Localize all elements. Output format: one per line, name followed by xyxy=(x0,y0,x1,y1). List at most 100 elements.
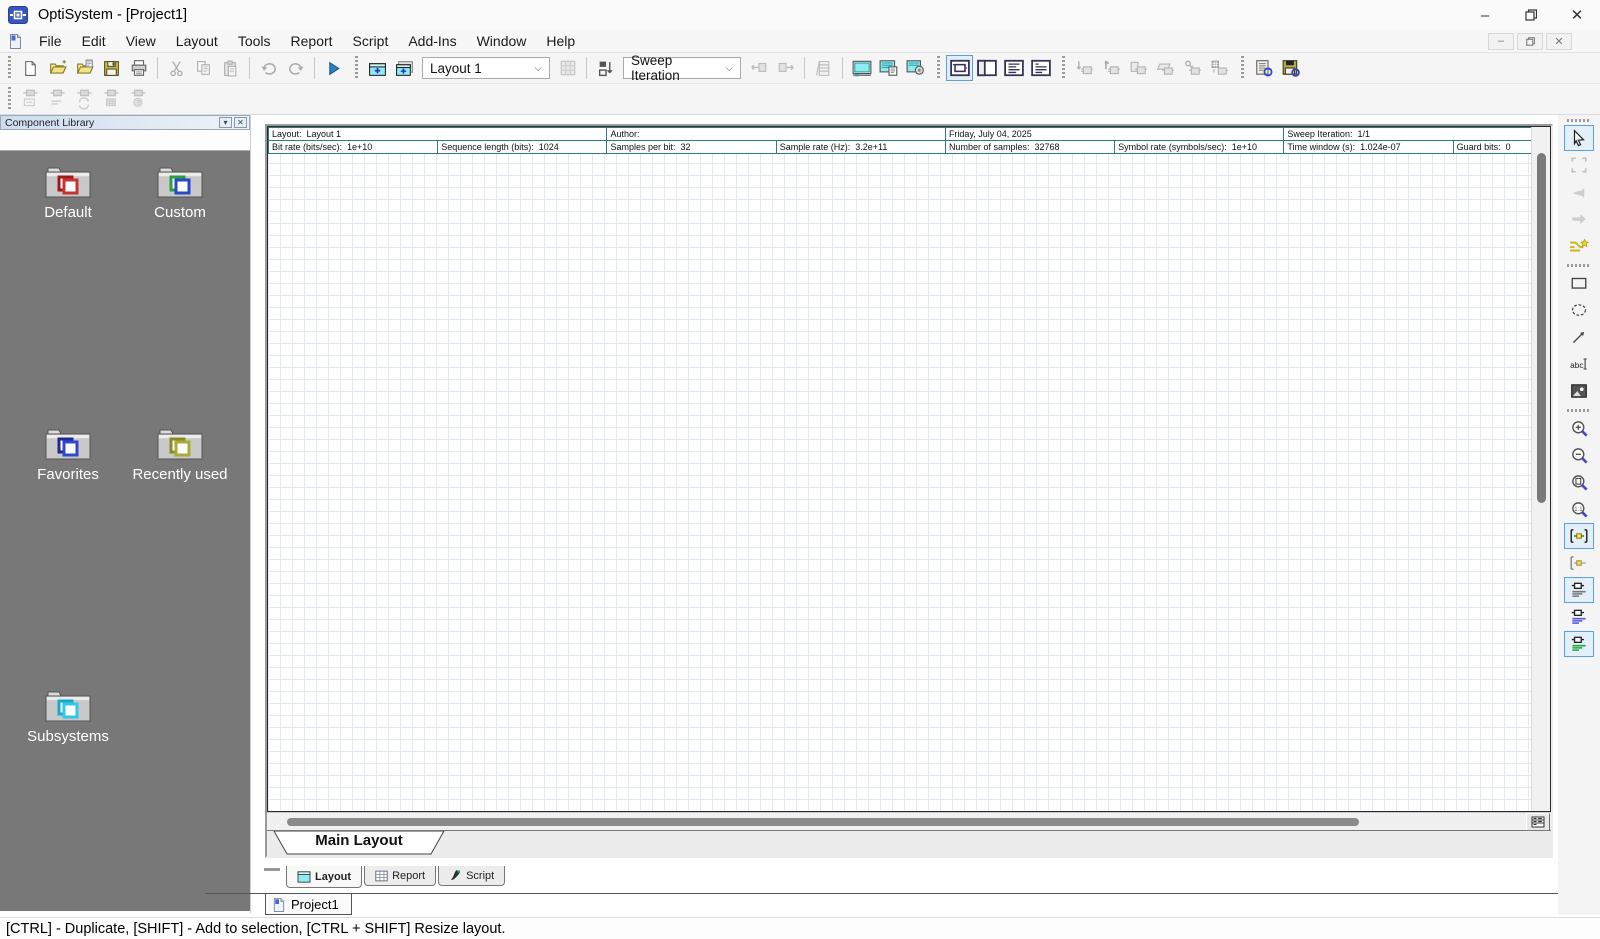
calculation-report-button[interactable] xyxy=(1250,55,1277,81)
snap-to-grid-tool[interactable] xyxy=(1564,631,1594,657)
text-tool[interactable]: abc xyxy=(1564,351,1594,377)
component-label-toggle[interactable] xyxy=(17,86,44,112)
sweep-order-button[interactable] xyxy=(592,55,619,81)
next-sweep-button[interactable] xyxy=(772,55,799,81)
menu-edit[interactable]: Edit xyxy=(72,31,116,51)
view-single-button[interactable] xyxy=(946,55,973,81)
tab-script[interactable]: Script xyxy=(438,866,505,886)
vertical-scrollbar[interactable] xyxy=(1531,127,1550,811)
print-button[interactable] xyxy=(125,55,152,81)
folder-recently-used[interactable]: Recently used xyxy=(128,427,232,649)
view-list-button[interactable] xyxy=(1000,55,1027,81)
tab-layout[interactable]: Layout xyxy=(286,866,362,888)
panel-menu-button[interactable]: ▾ xyxy=(219,117,232,128)
component-parameters-toggle[interactable] xyxy=(44,86,71,112)
duplicate-layout-button[interactable] xyxy=(391,55,418,81)
folder-custom[interactable]: Custom xyxy=(128,165,232,387)
mdi-restore-button[interactable] xyxy=(1517,33,1543,50)
toolbar-grip[interactable] xyxy=(355,56,358,80)
menu-script[interactable]: Script xyxy=(343,31,399,51)
minimize-button[interactable]: – xyxy=(1462,0,1508,30)
previous-sweep-button[interactable] xyxy=(745,55,772,81)
toolbar-grip[interactable] xyxy=(1241,56,1244,80)
open-file-button[interactable] xyxy=(44,55,71,81)
arrow-tool[interactable] xyxy=(1564,206,1594,232)
zoom-out-tool[interactable] xyxy=(1564,442,1594,468)
mdi-minimize-button[interactable]: – xyxy=(1488,33,1514,50)
project-browser-pane-button[interactable] xyxy=(875,55,902,81)
folder-default[interactable]: Default xyxy=(16,165,120,387)
menu-addins[interactable]: Add-Ins xyxy=(398,31,466,51)
table-view-button[interactable] xyxy=(1526,813,1550,831)
horizontal-scrollbar[interactable] xyxy=(267,813,1526,831)
ellipse-tool[interactable] xyxy=(1564,297,1594,323)
paste-button[interactable] xyxy=(217,55,244,81)
zoom-page-tool[interactable] xyxy=(1564,469,1594,495)
fit-horizontal-tool[interactable] xyxy=(1564,523,1594,549)
project1-tab[interactable]: Project1 xyxy=(265,894,352,915)
undo-button[interactable] xyxy=(255,55,282,81)
component-password-button[interactable] xyxy=(1179,55,1206,81)
component-library-filter[interactable] xyxy=(0,130,250,151)
align-guides-tool[interactable] xyxy=(1564,604,1594,630)
line-tool[interactable] xyxy=(1564,324,1594,350)
import-file-button[interactable] xyxy=(71,55,98,81)
menu-view[interactable]: View xyxy=(116,31,166,51)
download-components-button[interactable] xyxy=(1071,55,1098,81)
menu-layout[interactable]: Layout xyxy=(166,31,228,51)
toolbar-grip[interactable] xyxy=(937,56,940,80)
zoom-in-tool[interactable] xyxy=(1564,415,1594,441)
toolbar-grip[interactable] xyxy=(1062,56,1065,80)
panel-close-button[interactable]: ✕ xyxy=(234,117,247,128)
zoom-actual-tool[interactable]: 1:1 xyxy=(1564,496,1594,522)
edit-component-button[interactable] xyxy=(1125,55,1152,81)
menu-file[interactable]: File xyxy=(29,31,72,51)
layout-select[interactable]: Layout 1 ⌵ xyxy=(422,57,550,79)
copy-button[interactable] xyxy=(190,55,217,81)
new-file-button[interactable] xyxy=(17,55,44,81)
align-components-tool[interactable] xyxy=(1564,577,1594,603)
sweep-mode-select[interactable]: Sweep Iteration ⌵ xyxy=(623,57,741,79)
horizontal-scrollbar-thumb[interactable] xyxy=(287,818,1359,826)
toolbar-grip[interactable] xyxy=(8,56,11,80)
calculate-play-button[interactable] xyxy=(320,55,347,81)
auto-connect-tool[interactable] xyxy=(1564,233,1594,259)
palette-grip[interactable] xyxy=(1567,119,1591,122)
select-tool[interactable] xyxy=(1564,125,1594,151)
tab-scroller[interactable] xyxy=(264,868,280,871)
open-component-folder-button[interactable] xyxy=(1152,55,1179,81)
toolbar-grip[interactable] xyxy=(8,87,11,111)
restore-button[interactable] xyxy=(1508,0,1554,30)
component-grid-toggle[interactable] xyxy=(98,86,125,112)
report-component-button[interactable] xyxy=(1206,55,1233,81)
description-pane-button[interactable] xyxy=(902,55,929,81)
folder-subsystems[interactable]: Subsystems xyxy=(16,689,120,911)
component-library-header[interactable]: Component Library ▾ ✕ xyxy=(0,115,250,130)
mdi-close-button[interactable]: ✕ xyxy=(1546,33,1572,50)
component-refresh-toggle[interactable] xyxy=(71,86,98,112)
image-tool[interactable] xyxy=(1564,378,1594,404)
component-help-toggle[interactable]: ? xyxy=(125,86,152,112)
main-layout-tab[interactable]: Main Layout xyxy=(273,831,445,855)
view-split-button[interactable] xyxy=(973,55,1000,81)
redo-button[interactable] xyxy=(282,55,309,81)
calculation-grid-button[interactable] xyxy=(554,55,581,81)
component-library-pane-button[interactable] xyxy=(848,55,875,81)
menu-help[interactable]: Help xyxy=(536,31,585,51)
region-select-tool[interactable] xyxy=(1564,152,1594,178)
save-results-button[interactable] xyxy=(1277,55,1304,81)
cut-button[interactable] xyxy=(163,55,190,81)
sweep-marker-tool[interactable] xyxy=(1564,179,1594,205)
vertical-scrollbar-thumb[interactable] xyxy=(1537,153,1546,503)
new-layout-button[interactable] xyxy=(364,55,391,81)
tab-report[interactable]: Report xyxy=(364,866,436,886)
add-component-button[interactable] xyxy=(1098,55,1125,81)
menu-tools[interactable]: Tools xyxy=(228,31,281,51)
rectangle-tool[interactable] xyxy=(1564,270,1594,296)
parameter-table-button[interactable] xyxy=(810,55,837,81)
menu-report[interactable]: Report xyxy=(281,31,343,51)
menu-window[interactable]: Window xyxy=(467,31,537,51)
folder-favorites[interactable]: Favorites xyxy=(16,427,120,649)
close-button[interactable]: ✕ xyxy=(1554,0,1600,30)
save-file-button[interactable] xyxy=(98,55,125,81)
